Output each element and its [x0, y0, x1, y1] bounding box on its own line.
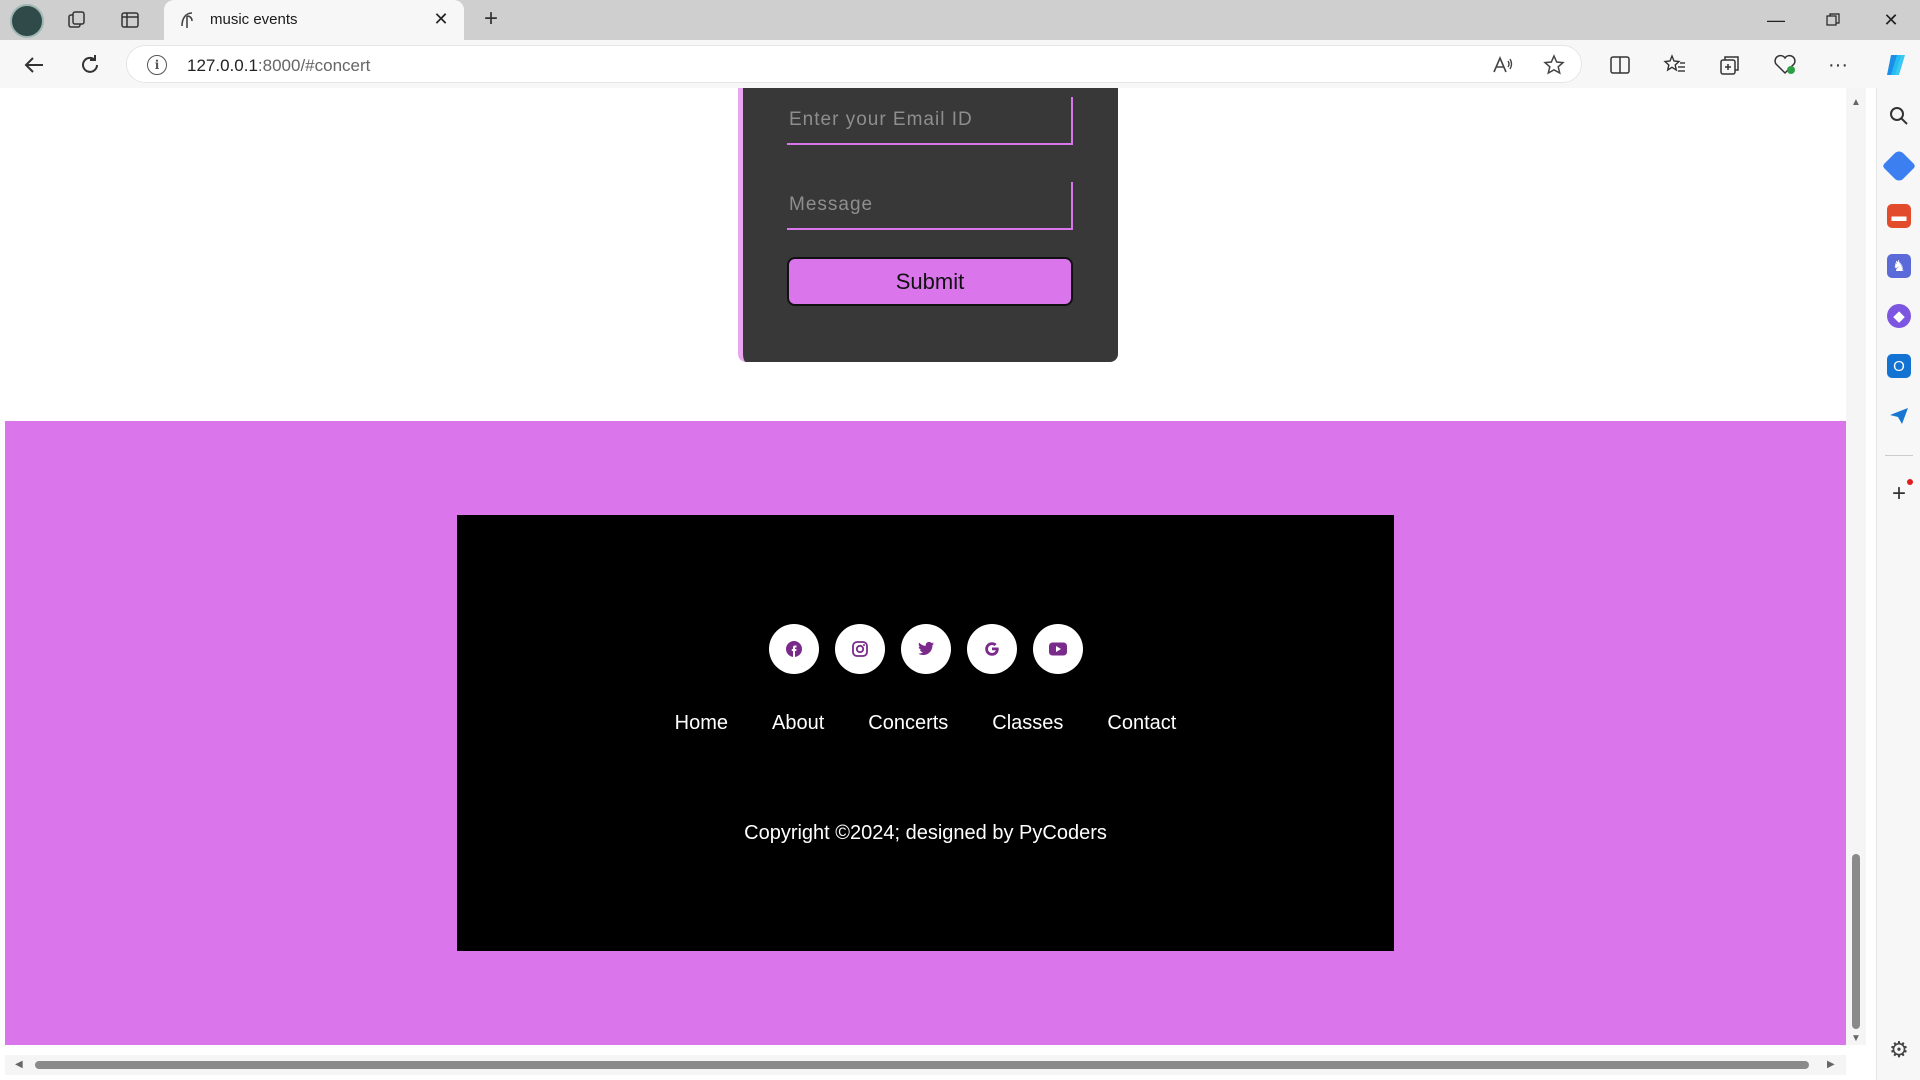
sidebar-divider	[1885, 455, 1913, 456]
horizontal-scrollbar[interactable]: ◀ ▶	[5, 1055, 1846, 1075]
contact-form-card: Submit	[738, 88, 1118, 362]
youtube-icon[interactable]	[1032, 624, 1083, 674]
google-icon[interactable]	[966, 624, 1017, 674]
footer-link-classes[interactable]: Classes	[992, 712, 1063, 735]
footer: Home About Concerts Classes Contact Copy…	[457, 515, 1394, 951]
collections-icon[interactable]	[1714, 49, 1746, 81]
search-icon[interactable]	[1887, 104, 1911, 128]
profile-avatar[interactable]	[10, 4, 44, 38]
tab-strip: music events ✕ + — ✕	[0, 0, 1920, 40]
workspaces-icon[interactable]	[64, 8, 90, 32]
more-menu-icon[interactable]: ···	[1822, 49, 1854, 81]
scroll-left-arrow-icon[interactable]: ◀	[15, 1059, 25, 1071]
tab-favicon-icon	[178, 10, 198, 30]
copilot-icon[interactable]	[1876, 49, 1916, 81]
split-screen-icon[interactable]	[1604, 49, 1636, 81]
close-window-icon[interactable]: ✕	[1871, 6, 1911, 34]
message-field[interactable]	[787, 182, 1073, 230]
scroll-right-arrow-icon[interactable]: ▶	[1827, 1059, 1837, 1071]
scroll-up-arrow-icon[interactable]: ▲	[1850, 98, 1862, 108]
page-viewport: Submit	[5, 88, 1846, 1045]
minimize-icon[interactable]: —	[1756, 6, 1796, 34]
favorites-icon[interactable]	[1659, 49, 1691, 81]
browser-essentials-icon[interactable]	[1769, 49, 1801, 81]
outlook-icon[interactable]: O	[1887, 354, 1911, 378]
address-bar[interactable]: i 127.0.0.1:8000/#concert	[126, 45, 1582, 83]
microsoft365-icon[interactable]: ◆	[1887, 304, 1911, 328]
footer-link-concerts[interactable]: Concerts	[868, 712, 948, 735]
tab-title: music events	[210, 11, 298, 28]
social-links	[457, 624, 1394, 674]
notification-dot	[1907, 479, 1913, 485]
message-input[interactable]	[787, 182, 1071, 228]
refresh-icon[interactable]	[74, 49, 106, 81]
footer-link-contact[interactable]: Contact	[1107, 712, 1176, 735]
facebook-icon[interactable]	[768, 624, 819, 674]
footer-band: Home About Concerts Classes Contact Copy…	[5, 421, 1846, 1045]
footer-link-home[interactable]: Home	[675, 712, 728, 735]
scroll-down-arrow-icon[interactable]: ▼	[1850, 1034, 1862, 1044]
vertical-scroll-thumb[interactable]	[1852, 854, 1860, 1029]
tools-briefcase-icon[interactable]: ▬	[1887, 204, 1911, 228]
footer-link-about[interactable]: About	[772, 712, 824, 735]
send-drop-icon[interactable]	[1887, 404, 1911, 428]
tab-close-icon[interactable]: ✕	[430, 8, 452, 30]
new-tab-icon[interactable]: +	[478, 5, 504, 32]
twitter-icon[interactable]	[900, 624, 951, 674]
restore-icon[interactable]	[1813, 6, 1853, 34]
submit-button[interactable]: Submit	[787, 257, 1073, 306]
instagram-icon[interactable]	[834, 624, 885, 674]
email-input[interactable]	[787, 97, 1071, 143]
url-text[interactable]: 127.0.0.1:8000/#concert	[187, 56, 370, 76]
email-field[interactable]	[787, 97, 1073, 145]
games-icon[interactable]: ♞	[1887, 254, 1911, 278]
favorite-star-icon[interactable]	[1540, 51, 1568, 79]
edge-sidebar: ▬ ♞ ◆ O + ⚙	[1876, 88, 1920, 1080]
browser-tab[interactable]: music events ✕	[164, 0, 464, 40]
shopping-tag-icon[interactable]	[1882, 149, 1916, 183]
address-toolbar: i 127.0.0.1:8000/#concert ···	[0, 40, 1920, 88]
sidebar-settings-gear-icon[interactable]: ⚙	[1887, 1037, 1911, 1062]
footer-nav: Home About Concerts Classes Contact	[457, 712, 1394, 735]
site-info-icon[interactable]: i	[147, 55, 167, 75]
add-sidebar-app-icon[interactable]: +	[1887, 480, 1911, 507]
vertical-tabs-icon[interactable]	[117, 8, 143, 32]
vertical-scrollbar[interactable]: ▲ ▼	[1846, 88, 1866, 1045]
copyright-text: Copyright ©2024; designed by PyCoders	[744, 822, 1107, 844]
read-aloud-icon[interactable]	[1489, 51, 1517, 79]
back-arrow-icon[interactable]	[18, 49, 50, 81]
horizontal-scroll-thumb[interactable]	[35, 1061, 1809, 1069]
